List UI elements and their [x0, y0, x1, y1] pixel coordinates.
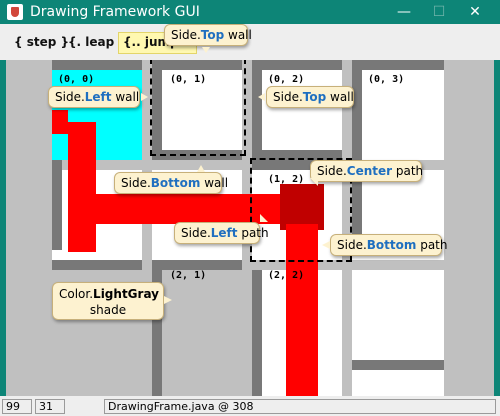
- maximize-button[interactable]: ☐: [422, 0, 456, 24]
- path-start: [52, 110, 68, 134]
- callout-keyword: Top: [302, 90, 327, 104]
- step-button[interactable]: { step }: [14, 32, 69, 52]
- wall-top-2-0: [52, 260, 142, 270]
- callout-bottom-wall: Side.Bottom wall: [114, 172, 228, 194]
- callout-suffix: wall: [326, 90, 354, 104]
- wall-3-top: [352, 360, 444, 370]
- callout-bottom-path: Side.Bottom path: [330, 234, 448, 256]
- coord-label-2-1: (2, 1): [170, 270, 207, 281]
- callout-pointer: [310, 178, 318, 186]
- callout-top-wall: Side.Top wall: [164, 24, 252, 46]
- callout-suffix: path: [392, 164, 424, 178]
- callout-pointer: [258, 93, 265, 101]
- callout-center-path: Side.Center path: [310, 160, 424, 182]
- wall-top-2-1: [152, 260, 242, 270]
- status-field-1: 99: [2, 399, 32, 414]
- callout-keyword: LightGray: [93, 287, 159, 301]
- close-button[interactable]: ✕: [458, 0, 492, 24]
- minimize-button[interactable]: —: [387, 0, 421, 24]
- callout-prefix: Side.: [121, 176, 151, 190]
- callout-prefix: Side.: [55, 90, 85, 104]
- callout-suffix: path: [237, 226, 269, 240]
- wall-top-0-0: [52, 60, 142, 70]
- callout-pointer: [197, 165, 205, 172]
- wall-left-2-2: [252, 270, 262, 396]
- callout-pointer: [260, 214, 268, 222]
- wall-top-0-2: [252, 60, 342, 70]
- wall-left-0-3: [352, 70, 362, 160]
- callout-prefix: Color.: [59, 287, 94, 301]
- highlight-box-0-1: [150, 60, 246, 156]
- status-field-3: DrawingFrame.java @ 308: [104, 399, 496, 414]
- status-bar: 99 31 DrawingFrame.java @ 308: [0, 396, 500, 416]
- wall-top-0-3: [352, 60, 444, 70]
- callout-pointer: [322, 241, 330, 249]
- coord-label-0-2: (0, 2): [268, 74, 305, 85]
- wall-left-1-0: [52, 160, 62, 250]
- callout-prefix: Side.: [181, 226, 211, 240]
- title-bar[interactable]: Drawing Framework GUI — ☐ ✕: [0, 0, 500, 24]
- coord-label-0-0: (0, 0): [58, 74, 95, 85]
- callout-line-2: shade: [89, 303, 127, 317]
- callout-keyword: Center: [346, 164, 393, 178]
- callout-prefix: Side.: [337, 238, 367, 252]
- callout-pointer: [141, 93, 148, 101]
- cell-2-0: [52, 260, 142, 396]
- cell-2-3: [352, 270, 444, 396]
- coord-label-2-2: (2, 2): [268, 270, 305, 281]
- app-window: Drawing Framework GUI — ☐ ✕ { step } {. …: [0, 0, 500, 416]
- callout-keyword: Top: [200, 28, 225, 42]
- path-segment-vertical-0: [68, 122, 96, 252]
- wall-left-0-2: [252, 70, 262, 160]
- callout-top-wall-2: Side.Top wall: [266, 86, 354, 108]
- callout-keyword: Left: [210, 226, 238, 240]
- callout-suffix: wall: [224, 28, 252, 42]
- callout-suffix: wall: [111, 90, 140, 104]
- callout-left-path: Side.Left path: [174, 222, 269, 244]
- callout-suffix: path: [416, 238, 448, 252]
- callout-left-wall: Side.Left wall: [48, 86, 140, 108]
- callout-lightgray-shade: Color.LightGray shade: [52, 282, 164, 320]
- callout-keyword: Bottom: [150, 176, 201, 190]
- callout-prefix: Side.: [171, 28, 201, 42]
- callout-pointer: [164, 296, 172, 304]
- callout-prefix: Side.: [317, 164, 347, 178]
- callout-prefix: Side.: [273, 90, 303, 104]
- callout-suffix: wall: [200, 176, 229, 190]
- status-field-2: 31: [35, 399, 65, 414]
- callout-line-1: Color.LightGray: [59, 286, 159, 302]
- callout-keyword: Left: [84, 90, 112, 104]
- callout-pointer: [202, 47, 210, 53]
- window-title: Drawing Framework GUI: [30, 4, 200, 20]
- coord-label-0-3: (0, 3): [368, 74, 405, 85]
- callout-keyword: Bottom: [366, 238, 417, 252]
- java-cup-icon: [7, 4, 23, 20]
